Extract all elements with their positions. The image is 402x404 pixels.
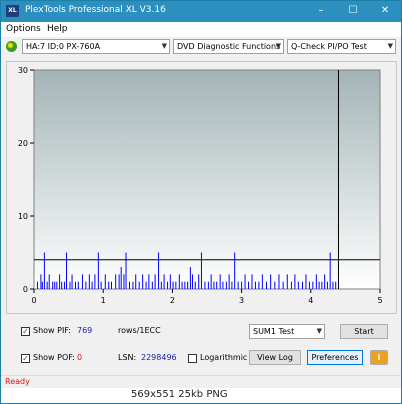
start-button[interactable]: Start [340, 324, 388, 339]
chevron-down-icon: ▼ [275, 42, 281, 50]
info-icon[interactable]: i [370, 350, 388, 365]
menu-bar: Options Help [1, 22, 401, 37]
status-bar: Ready [1, 375, 401, 388]
control-panel: ✓ Show PIF: 769 rows/1ECC ✓ Show POF: 0 … [1, 315, 401, 373]
close-button[interactable]: ✕ [375, 4, 395, 18]
chart-panel: 0 10 20 30 0 1 2 3 4 5 [6, 61, 397, 314]
x-tick-label: 0 [31, 296, 36, 305]
logarithmic-checkbox[interactable] [188, 354, 197, 363]
plot-area [33, 69, 381, 290]
drive-icon [6, 41, 17, 52]
view-log-button[interactable]: View Log [249, 350, 301, 365]
pof-value: 0 [77, 353, 83, 362]
device-select-value: HA:7 ID:0 PX-760A [26, 42, 101, 51]
x-tick-label: 2 [170, 296, 175, 305]
y-tick-label: 0 [23, 285, 28, 294]
x-tick-label: 3 [239, 296, 244, 305]
status-text: Ready [5, 377, 30, 386]
app-window: XL PlexTools Professional XL V3.16 – ☐ ✕… [0, 0, 402, 404]
x-tick-label: 1 [101, 296, 106, 305]
x-tick-label: 4 [308, 296, 313, 305]
title-bar: XL PlexTools Professional XL V3.16 – ☐ ✕ [1, 1, 401, 22]
menu-options[interactable]: Options [6, 24, 41, 34]
test-select[interactable]: Q-Check PI/PO Test ▼ [287, 39, 396, 54]
image-caption-text: 569x551 25kb PNG [131, 389, 228, 400]
minimize-button[interactable]: – [311, 4, 331, 18]
y-tick-label: 10 [18, 212, 28, 221]
show-pof-checkbox[interactable]: ✓ [21, 354, 30, 363]
pif-units-label: rows/1ECC [118, 326, 161, 335]
window-title: PlexTools Professional XL V3.16 [25, 5, 166, 15]
function-select-value: DVD Diagnostic Functions [177, 42, 281, 51]
test-select-value: Q-Check PI/PO Test [291, 42, 367, 51]
chevron-down-icon: ▼ [387, 42, 393, 50]
pif-value: 769 [77, 326, 93, 335]
show-pif-checkbox[interactable]: ✓ [21, 327, 30, 336]
x-tick-label: 5 [377, 296, 382, 305]
maximize-button[interactable]: ☐ [343, 4, 363, 18]
lsn-label: LSN: [118, 353, 137, 362]
menu-help[interactable]: Help [47, 24, 68, 34]
show-pif-label: Show PIF: [33, 326, 71, 335]
preferences-button[interactable]: Preferences [307, 350, 363, 365]
pi-po-chart: 0 10 20 30 0 1 2 3 4 5 [18, 66, 383, 305]
logarithmic-label: Logarithmic [200, 353, 248, 362]
device-select[interactable]: HA:7 ID:0 PX-760A ▼ [22, 39, 170, 54]
sum-test-select-value: SUM1 Test [253, 327, 295, 336]
chevron-down-icon: ▼ [316, 327, 322, 335]
lsn-value: 2298496 [141, 353, 177, 362]
y-tick-label: 20 [18, 139, 28, 148]
y-tick-label: 30 [18, 66, 28, 75]
sum-test-select[interactable]: SUM1 Test ▼ [249, 324, 325, 339]
chevron-down-icon: ▼ [161, 42, 167, 50]
toolbar: HA:7 ID:0 PX-760A ▼ DVD Diagnostic Funct… [1, 37, 401, 59]
app-icon: XL [6, 5, 19, 17]
function-select[interactable]: DVD Diagnostic Functions ▼ [173, 39, 284, 54]
image-caption: 569x551 25kb PNG [1, 388, 401, 403]
show-pof-label: Show POF: [33, 353, 75, 362]
